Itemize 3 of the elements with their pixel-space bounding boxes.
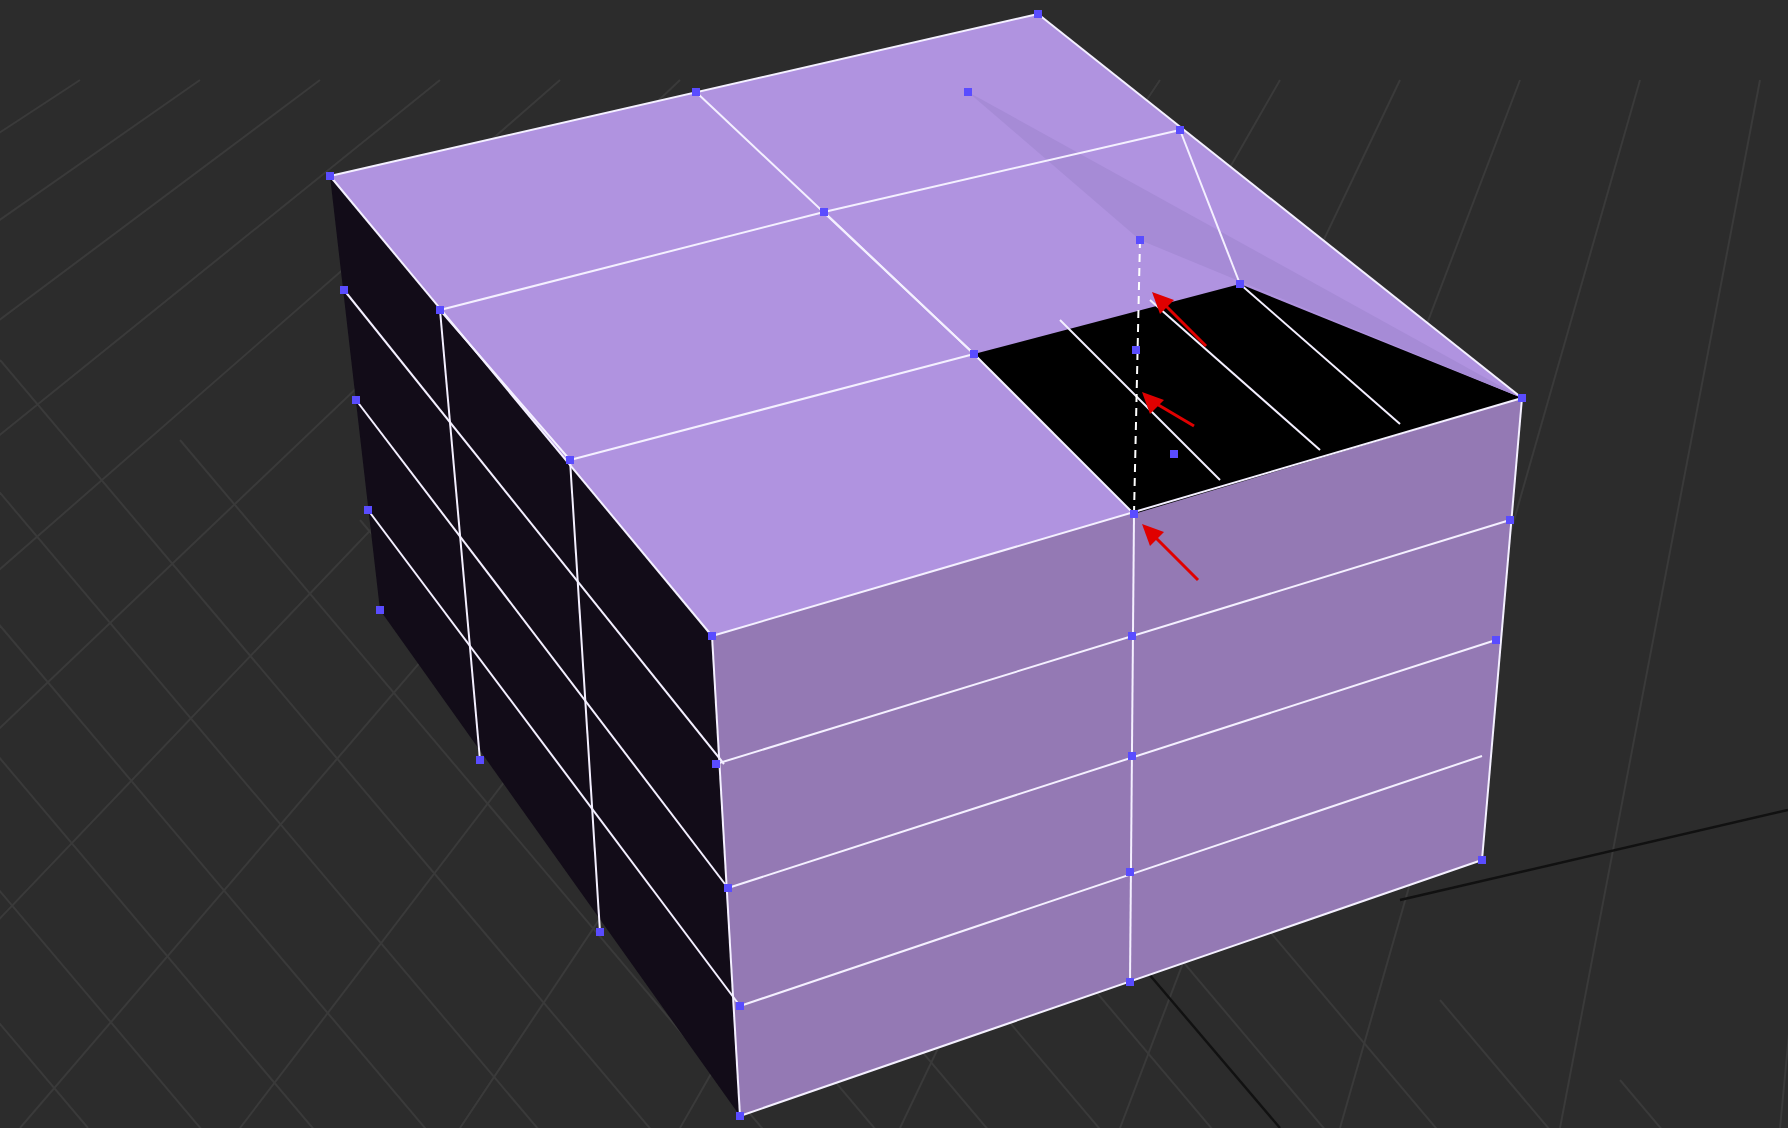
pointer-arrow [1142, 524, 1200, 582]
pointer-arrow [1152, 292, 1208, 348]
pointer-arrow [1142, 392, 1195, 428]
